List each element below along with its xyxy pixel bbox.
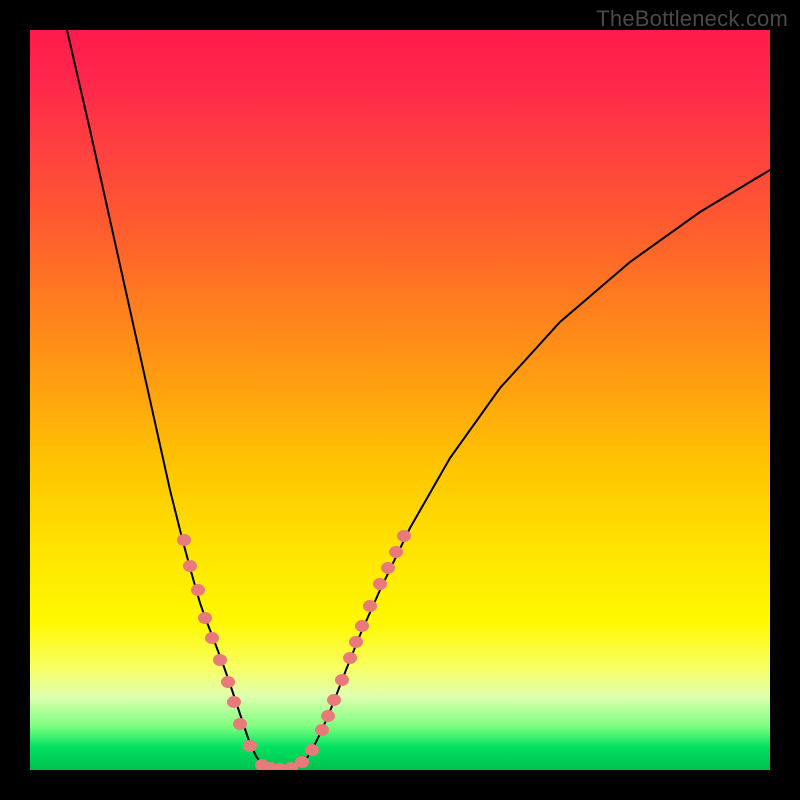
- data-marker: [177, 534, 191, 546]
- data-marker: [373, 578, 387, 590]
- data-marker: [305, 744, 319, 756]
- data-marker: [227, 696, 241, 708]
- data-marker: [315, 724, 329, 736]
- data-marker: [321, 710, 335, 722]
- data-marker: [343, 652, 357, 664]
- watermark-text: TheBottleneck.com: [596, 6, 788, 32]
- data-marker: [381, 562, 395, 574]
- chart-svg: [30, 30, 770, 770]
- data-marker: [363, 600, 377, 612]
- chart-container: TheBottleneck.com: [0, 0, 800, 800]
- data-marker: [335, 674, 349, 686]
- data-marker: [243, 740, 257, 752]
- data-marker: [295, 756, 309, 768]
- plot-area: [30, 30, 770, 770]
- data-marker: [355, 620, 369, 632]
- data-marker: [183, 560, 197, 572]
- data-marker: [273, 763, 287, 770]
- data-marker: [263, 762, 277, 770]
- data-marker: [255, 759, 269, 770]
- data-marker: [397, 530, 411, 542]
- data-marker: [205, 632, 219, 644]
- data-marker: [284, 762, 298, 770]
- marker-group: [177, 530, 411, 770]
- data-marker: [213, 654, 227, 666]
- data-marker: [327, 694, 341, 706]
- curve-right: [304, 170, 770, 762]
- data-marker: [221, 676, 235, 688]
- data-marker: [191, 584, 205, 596]
- data-marker: [389, 546, 403, 558]
- data-marker: [198, 612, 212, 624]
- curve-left: [67, 30, 248, 738]
- data-marker: [233, 718, 247, 730]
- curve-valley: [248, 738, 304, 769]
- data-marker: [349, 636, 363, 648]
